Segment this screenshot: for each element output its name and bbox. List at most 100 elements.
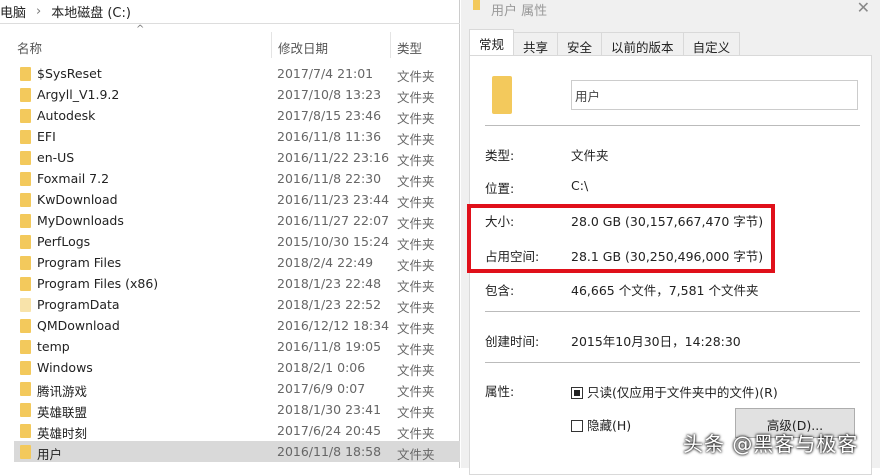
file-name: Foxmail 7.2 (37, 171, 110, 186)
file-row[interactable]: Autodesk 2017/8/15 23:46 文件夹 (14, 105, 460, 126)
column-header: ^ 名称 修改日期 类型 (0, 24, 460, 60)
file-row[interactable]: PerfLogs 2015/10/30 15:24 文件夹 (14, 231, 460, 252)
close-button[interactable]: ✕ (857, 0, 870, 17)
file-name: ProgramData (37, 297, 120, 312)
folder-icon (20, 235, 31, 249)
file-type: 文件夹 (397, 321, 435, 336)
file-explorer: 电脑 › 本地磁盘 (C:) ^ 名称 修改日期 类型 $SysReset 20… (0, 0, 460, 468)
breadcrumb: 电脑 › 本地磁盘 (C:) (0, 0, 460, 24)
file-name: 英雄时刻 (37, 426, 88, 441)
watermark: 头条 @黑客与极客 (683, 432, 859, 456)
file-type: 文件夹 (397, 69, 435, 84)
sort-ascending-icon: ^ (136, 24, 145, 35)
tab-sharing[interactable]: 共享 (513, 32, 559, 55)
file-type: 文件夹 (397, 111, 435, 126)
file-name: Program Files (37, 255, 122, 270)
file-type: 文件夹 (397, 153, 435, 168)
file-row[interactable]: 英雄时刻 2017/6/24 20:45 文件夹 (14, 420, 460, 441)
folder-icon (20, 340, 31, 354)
file-row[interactable]: Argyll_V1.9.2 2017/10/8 13:23 文件夹 (14, 84, 460, 105)
location-label: 位置: (485, 181, 515, 196)
file-type: 文件夹 (397, 195, 435, 210)
folder-icon (20, 151, 31, 165)
file-row[interactable]: $SysReset 2017/7/4 21:01 文件夹 (14, 63, 460, 84)
file-date: 2017/7/4 21:01 (277, 66, 374, 81)
file-type: 文件夹 (397, 90, 435, 105)
file-row[interactable]: Program Files (x86) 2018/1/23 22:48 文件夹 (14, 273, 460, 294)
created-label: 创建时间: (485, 334, 540, 349)
file-row[interactable]: 腾讯游戏 2017/6/9 0:07 文件夹 (14, 378, 460, 399)
hidden-label: 隐藏(H) (587, 418, 632, 433)
file-row[interactable]: MyDownloads 2016/11/27 22:07 文件夹 (14, 210, 460, 231)
properties-dialog: 用户 属性 ✕ 常规 共享 安全 以前的版本 自定义 用户 类型: 文件夹 位置… (461, 0, 880, 475)
type-value: 文件夹 (571, 148, 609, 163)
dialog-title: 用户 属性 (491, 4, 548, 19)
location-value: C:\ (571, 178, 589, 193)
file-date: 2017/8/15 23:46 (277, 108, 382, 123)
file-name: Windows (37, 360, 93, 375)
file-row[interactable]: Windows 2018/2/1 0:06 文件夹 (14, 357, 460, 378)
folder-icon (473, 0, 480, 10)
file-name: EFI (37, 129, 56, 144)
file-type: 文件夹 (397, 216, 435, 231)
file-type: 文件夹 (397, 279, 435, 294)
file-date: 2018/1/23 22:52 (277, 297, 382, 312)
file-row[interactable]: ProgramData 2018/1/23 22:52 文件夹 (14, 294, 460, 315)
readonly-checkbox[interactable]: 只读(仅应用于文件夹中的文件)(R) (571, 382, 778, 401)
breadcrumb-pc[interactable]: 电脑 (0, 2, 26, 21)
file-row[interactable]: Program Files 2018/2/4 22:49 文件夹 (14, 252, 460, 273)
tab-previous-versions[interactable]: 以前的版本 (601, 32, 684, 55)
file-date: 2018/2/1 0:06 (277, 360, 366, 375)
contains-value: 46,665 个文件，7,581 个文件夹 (571, 283, 759, 298)
file-type: 文件夹 (397, 426, 435, 441)
file-type: 文件夹 (397, 342, 435, 357)
file-row[interactable]: 用户 2016/11/8 18:58 文件夹 (14, 441, 460, 462)
file-type: 文件夹 (397, 405, 435, 420)
column-date[interactable]: 修改日期 (278, 38, 328, 57)
file-type: 文件夹 (397, 258, 435, 273)
column-name[interactable]: 名称 (17, 38, 42, 57)
file-row[interactable]: KwDownload 2016/11/23 23:44 文件夹 (14, 189, 460, 210)
general-panel: 用户 类型: 文件夹 位置: C:\ 大小: 28.0 GB (30,157,6… (467, 55, 872, 475)
file-date: 2016/11/23 23:44 (277, 192, 390, 207)
folder-icon (20, 319, 31, 333)
file-row[interactable]: QMDownload 2016/12/12 18:34 文件夹 (14, 315, 460, 336)
tab-customize[interactable]: 自定义 (682, 32, 741, 55)
created-value: 2015年10月30日，14:28:30 (571, 334, 741, 349)
file-row[interactable]: temp 2016/11/8 19:05 文件夹 (14, 336, 460, 357)
file-type: 文件夹 (397, 132, 435, 147)
file-date: 2016/11/8 18:58 (277, 444, 382, 459)
file-name: Autodesk (37, 108, 96, 123)
file-date: 2016/11/8 11:36 (277, 129, 382, 144)
attributes-label: 属性: (485, 384, 515, 399)
column-type[interactable]: 类型 (397, 38, 422, 57)
checkbox-indeterminate-icon (571, 387, 583, 399)
file-date: 2016/11/27 22:07 (277, 213, 390, 228)
folder-icon (20, 277, 31, 291)
file-date: 2018/1/23 22:48 (277, 276, 382, 291)
folder-icon (492, 76, 512, 114)
hidden-checkbox[interactable]: 隐藏(H) (571, 415, 631, 434)
tab-security[interactable]: 安全 (557, 32, 603, 55)
file-row[interactable]: Foxmail 7.2 2016/11/8 22:30 文件夹 (14, 168, 460, 189)
folder-icon (20, 256, 31, 270)
file-name: 英雄联盟 (37, 405, 88, 420)
file-row[interactable]: EFI 2016/11/8 11:36 文件夹 (14, 126, 460, 147)
file-row[interactable]: 英雄联盟 2018/1/30 23:41 文件夹 (14, 399, 460, 420)
file-date: 2016/11/8 22:30 (277, 171, 382, 186)
tab-general[interactable]: 常规 (469, 29, 515, 55)
breadcrumb-c-drive[interactable]: 本地磁盘 (C:) (51, 2, 131, 21)
highlight-box (467, 204, 775, 273)
folder-icon (20, 109, 31, 123)
file-type: 文件夹 (397, 384, 435, 399)
file-name: KwDownload (37, 192, 118, 207)
folder-icon (20, 424, 31, 438)
folder-icon (20, 130, 31, 144)
folder-name-input[interactable]: 用户 (571, 80, 858, 110)
folder-icon (20, 172, 31, 186)
file-row[interactable]: en-US 2016/11/22 23:16 文件夹 (14, 147, 460, 168)
file-type: 文件夹 (397, 300, 435, 315)
folder-icon (20, 361, 31, 375)
file-type: 文件夹 (397, 447, 435, 462)
file-date: 2017/6/9 0:07 (277, 381, 366, 396)
